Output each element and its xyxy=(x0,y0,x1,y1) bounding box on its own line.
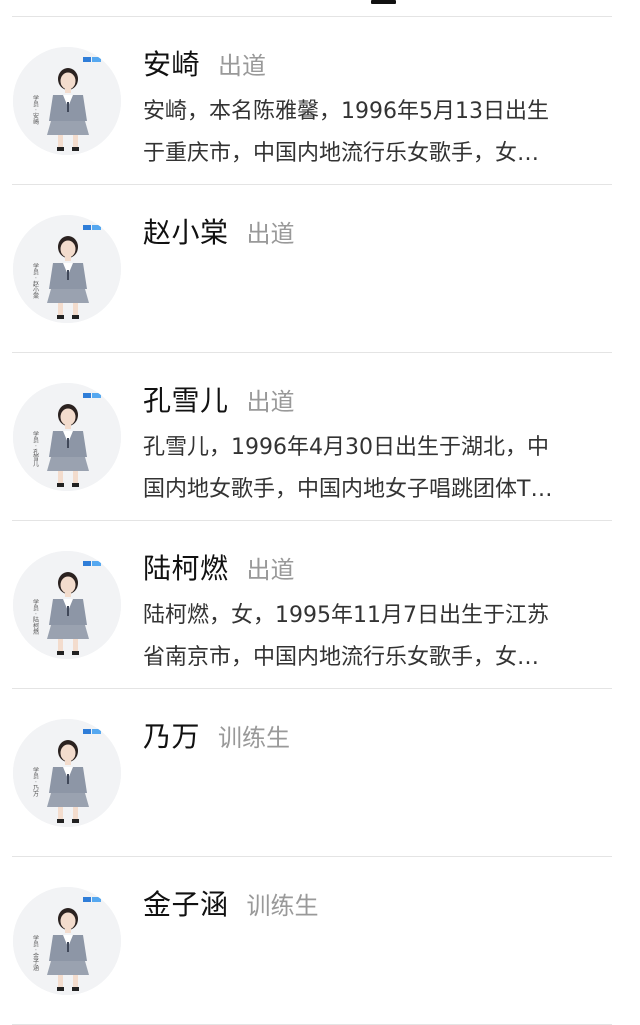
avatar[interactable]: 学员 · 孔雪儿 xyxy=(13,383,121,491)
trainee-portrait-icon: 学员 · 孔雪儿 xyxy=(13,383,121,491)
name-row: 陆柯燃 出道 xyxy=(143,547,295,587)
trainee-description: 安崎，本名陈雅馨，1996年5月13日出生 于重庆市，中国内地流行乐女歌手，女… xyxy=(143,91,605,175)
avatar[interactable]: 学员 · 陆柯燃 xyxy=(13,551,121,659)
avatar[interactable]: 学员 · 安崎 xyxy=(13,47,121,155)
avatar[interactable]: 学员 · 乃万 xyxy=(13,719,121,827)
svg-text:学员 · 乃万: 学员 · 乃万 xyxy=(32,766,39,798)
trainee-portrait-icon: 学员 · 乃万 xyxy=(13,719,121,827)
trainee-portrait-icon: 学员 · 赵小棠 xyxy=(13,215,121,323)
trainee-list: 学员 · 安崎 安崎 出道 安崎，本名陈雅馨，1996年5月13日出生 于重庆市… xyxy=(0,16,640,1025)
trainee-name[interactable]: 乃万 xyxy=(143,715,200,755)
status-tag: 出道 xyxy=(246,388,295,416)
status-tag: 出道 xyxy=(246,556,295,584)
description-line-2: 省南京市，中国内地流行乐女歌手，女… xyxy=(143,645,540,670)
status-tag: 训练生 xyxy=(246,892,319,920)
name-row: 孔雪儿 出道 xyxy=(143,379,295,419)
trainee-name[interactable]: 赵小棠 xyxy=(143,211,229,251)
list-item-3[interactable]: 学员 · 孔雪儿 孔雪儿 出道 孔雪儿，1996年4月30日出生于湖北，中 国内… xyxy=(0,353,640,520)
name-row: 乃万 训练生 xyxy=(143,715,290,755)
trainee-description: 陆柯燃，女，1995年11月7日出生于江苏 省南京市，中国内地流行乐女歌手，女… xyxy=(143,595,605,679)
status-tag: 训练生 xyxy=(218,724,291,752)
description-line-1: 孔雪儿，1996年4月30日出生于湖北，中 xyxy=(143,435,549,460)
list-item-4[interactable]: 学员 · 陆柯燃 陆柯燃 出道 陆柯燃，女，1995年11月7日出生于江苏 省南… xyxy=(0,521,640,688)
svg-text:学员 · 陆柯燃: 学员 · 陆柯燃 xyxy=(32,598,39,636)
top-scroll-indicator xyxy=(0,0,640,8)
status-tag: 出道 xyxy=(218,52,267,80)
trainee-name[interactable]: 安崎 xyxy=(143,43,200,83)
list-items: 学员 · 安崎 安崎 出道 安崎，本名陈雅馨，1996年5月13日出生 于重庆市… xyxy=(0,17,640,1025)
svg-text:学员 · 金子涵: 学员 · 金子涵 xyxy=(32,934,39,972)
list-item-1[interactable]: 学员 · 安崎 安崎 出道 安崎，本名陈雅馨，1996年5月13日出生 于重庆市… xyxy=(0,17,640,184)
trainee-name[interactable]: 金子涵 xyxy=(143,883,229,923)
list-item-2[interactable]: 学员 · 赵小棠 赵小棠 出道 xyxy=(0,185,640,352)
trainee-portrait-icon: 学员 · 陆柯燃 xyxy=(13,551,121,659)
avatar[interactable]: 学员 · 金子涵 xyxy=(13,887,121,995)
name-row: 金子涵 训练生 xyxy=(143,883,319,923)
list-item-6[interactable]: 学员 · 金子涵 金子涵 训练生 xyxy=(0,857,640,1024)
trainee-name[interactable]: 陆柯燃 xyxy=(143,547,229,587)
status-tag: 出道 xyxy=(246,220,295,248)
description-line-2: 于重庆市，中国内地流行乐女歌手，女… xyxy=(143,141,540,166)
scroll-handle xyxy=(371,0,396,4)
trainee-description: 孔雪儿，1996年4月30日出生于湖北，中 国内地女歌手，中国内地女子唱跳团体T… xyxy=(143,427,605,511)
svg-text:学员 · 孔雪儿: 学员 · 孔雪儿 xyxy=(32,430,39,468)
name-row: 赵小棠 出道 xyxy=(143,211,295,251)
description-line-1: 陆柯燃，女，1995年11月7日出生于江苏 xyxy=(143,603,549,628)
list-item-5[interactable]: 学员 · 乃万 乃万 训练生 xyxy=(0,689,640,856)
name-row: 安崎 出道 xyxy=(143,43,266,83)
svg-text:学员 · 安崎: 学员 · 安崎 xyxy=(32,94,39,125)
avatar[interactable]: 学员 · 赵小棠 xyxy=(13,215,121,323)
svg-text:学员 · 赵小棠: 学员 · 赵小棠 xyxy=(32,262,39,300)
trainee-portrait-icon: 学员 · 金子涵 xyxy=(13,887,121,995)
trainee-portrait-icon: 学员 · 安崎 xyxy=(13,47,121,155)
trainee-name[interactable]: 孔雪儿 xyxy=(143,379,229,419)
description-line-2: 国内地女歌手，中国内地女子唱跳团体T… xyxy=(143,477,553,502)
description-line-1: 安崎，本名陈雅馨，1996年5月13日出生 xyxy=(143,99,549,124)
